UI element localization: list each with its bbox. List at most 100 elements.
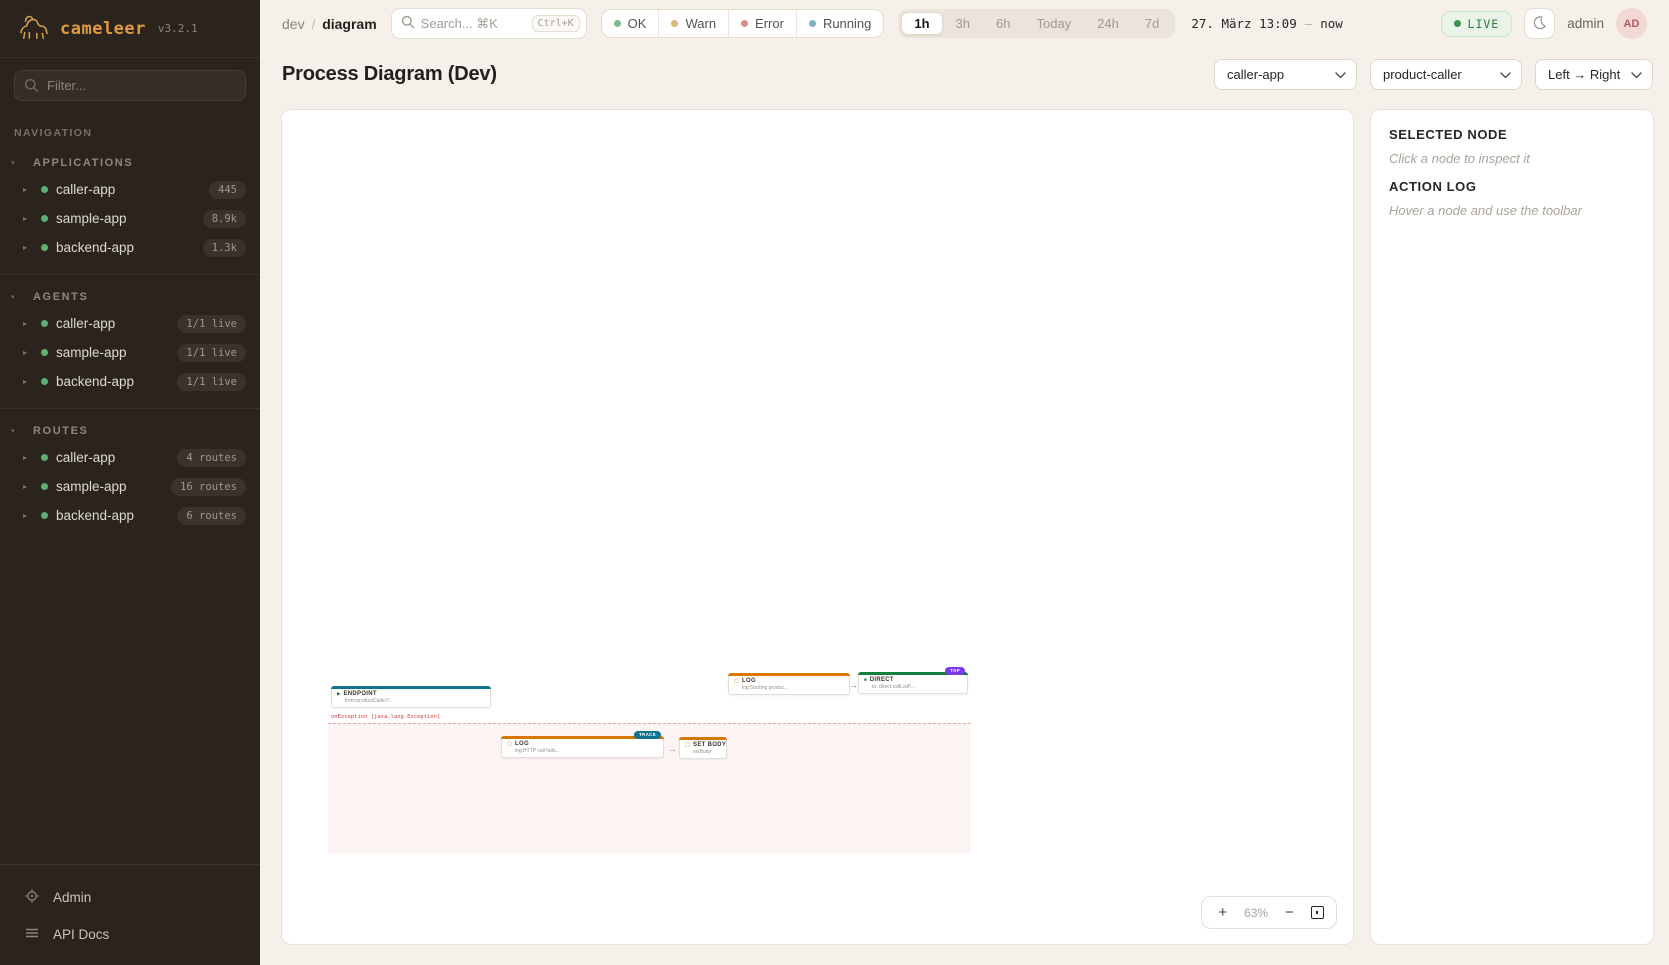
diagram-selectors: caller-app product-caller Left → Right: [1214, 59, 1653, 90]
section-header-routes[interactable]: ▾ ROUTES: [0, 421, 260, 443]
time-to: now: [1320, 16, 1343, 31]
username: admin: [1567, 16, 1604, 31]
count-badge: 1.3k: [203, 239, 246, 257]
node-title: SET BODY: [693, 742, 726, 748]
global-search[interactable]: Ctrl+K: [391, 8, 587, 39]
zoom-in-button[interactable]: +: [1214, 903, 1231, 922]
node-subtitle: from:productCaller?...: [345, 698, 485, 704]
sidebar-item-agents-caller-app[interactable]: ▸ caller-app 1/1 live: [0, 309, 260, 338]
time-range-7d[interactable]: 7d: [1132, 12, 1172, 35]
node-subtitle: setBody: [693, 749, 721, 755]
trace-badge: TRACE: [634, 731, 661, 739]
section-header-agents[interactable]: ▾ AGENTS: [0, 287, 260, 309]
filter-chip-ok[interactable]: OK: [602, 10, 660, 37]
warn-status-dot: [671, 20, 678, 27]
sidebar-item-applications-backend-app[interactable]: ▸ backend-app 1.3k: [0, 233, 260, 262]
time-range-3h[interactable]: 3h: [943, 12, 983, 35]
app-root: cameleer v3.2.1 NAVIGATION ▾ APPLICATION…: [0, 0, 1669, 965]
chevron-right-icon: ▸: [23, 482, 33, 491]
section-caret-icon: ▾: [11, 159, 29, 167]
sidebar-item-routes-caller-app[interactable]: ▸ caller-app 4 routes: [0, 443, 260, 472]
status-dot-green: [41, 483, 48, 490]
divider: [0, 274, 260, 275]
time-separator: –: [1305, 16, 1313, 31]
chevron-right-icon: ▸: [23, 319, 33, 328]
section-routes: ▾ ROUTES ▸ caller-app 4 routes ▸ sample-…: [0, 421, 260, 530]
sidebar-item-agents-backend-app[interactable]: ▸ backend-app 1/1 live: [0, 367, 260, 396]
chevron-right-icon: ▸: [23, 348, 33, 357]
time-range-group: 1h 3h 6h Today 24h 7d: [898, 9, 1175, 38]
fit-view-button[interactable]: [1311, 906, 1324, 919]
diagram-node-log-failure[interactable]: TRACE ◯ LOG log:HTTP call failu...: [501, 737, 664, 758]
chevron-right-icon: ▸: [23, 214, 33, 223]
moon-icon: [1532, 15, 1547, 33]
square-icon: ■: [864, 678, 867, 683]
node-title: LOG: [515, 741, 529, 747]
diagram-node-log-starting[interactable]: ◯ LOG log:Starting produc...: [728, 674, 850, 695]
zoom-out-button[interactable]: −: [1281, 903, 1298, 922]
sidebar-item-api-docs[interactable]: API Docs: [0, 916, 260, 953]
app-select[interactable]: caller-app: [1214, 59, 1357, 90]
sidebar-item-label: sample-app: [56, 211, 127, 226]
section-title: APPLICATIONS: [33, 157, 133, 169]
navigation-label: NAVIGATION: [0, 105, 260, 143]
sidebar-filter-input[interactable]: [14, 70, 246, 101]
time-range-1h[interactable]: 1h: [901, 12, 942, 35]
topbar: dev / diagram Ctrl+K OK Warn: [260, 0, 1669, 47]
camel-logo-icon: [18, 13, 50, 44]
section-header-applications[interactable]: ▾ APPLICATIONS: [0, 153, 260, 175]
time-range-today[interactable]: Today: [1023, 12, 1084, 35]
sidebar-item-routes-backend-app[interactable]: ▸ backend-app 6 routes: [0, 501, 260, 530]
sidebar-item-applications-caller-app[interactable]: ▸ caller-app 445: [0, 175, 260, 204]
diagram-node-setbody[interactable]: ◯ SET BODY setBody: [679, 738, 727, 759]
filter-chip-running[interactable]: Running: [797, 10, 883, 37]
direction-select[interactable]: Left → Right: [1535, 59, 1653, 90]
sidebar-item-admin[interactable]: Admin: [0, 879, 260, 916]
search-input[interactable]: [421, 16, 526, 31]
node-title: ENDPOINT: [343, 691, 376, 697]
app-name: cameleer: [60, 19, 146, 39]
sidebar-item-label: caller-app: [56, 182, 115, 197]
breadcrumb-current: diagram: [322, 16, 376, 32]
section-title: AGENTS: [33, 291, 88, 303]
app-version: v3.2.1: [158, 22, 198, 35]
chip-label: Warn: [685, 16, 716, 31]
sidebar-item-agents-sample-app[interactable]: ▸ sample-app 1/1 live: [0, 338, 260, 367]
live-badge[interactable]: LIVE: [1441, 11, 1513, 37]
sidebar-item-label: caller-app: [56, 316, 115, 331]
sidebar-item-label: caller-app: [56, 450, 115, 465]
action-log-empty-text: Hover a node and use the toolbar: [1389, 203, 1635, 218]
route-select[interactable]: product-caller: [1370, 59, 1522, 90]
time-range-24h[interactable]: 24h: [1084, 12, 1132, 35]
avatar[interactable]: AD: [1616, 8, 1647, 39]
theme-toggle-button[interactable]: [1524, 8, 1555, 39]
logo[interactable]: cameleer v3.2.1: [0, 0, 260, 58]
diagram-canvas[interactable]: onException [java.lang.Exception] ▶ ENDP…: [281, 109, 1354, 945]
tap-badge: TAP: [945, 667, 965, 675]
selected-node-empty-text: Click a node to inspect it: [1389, 151, 1635, 166]
sidebar-item-label: backend-app: [56, 240, 134, 255]
status-dot-green: [41, 512, 48, 519]
sidebar-item-routes-sample-app[interactable]: ▸ sample-app 16 routes: [0, 472, 260, 501]
time-range-6h[interactable]: 6h: [983, 12, 1023, 35]
chevron-right-icon: ▸: [23, 243, 33, 252]
chevron-right-icon: ▸: [23, 377, 33, 386]
breadcrumb-parent[interactable]: dev: [282, 16, 305, 32]
direction-select-value: Left → Right: [1548, 67, 1620, 82]
sidebar-item-label: sample-app: [56, 345, 127, 360]
chevron-right-icon: ▸: [23, 185, 33, 194]
selected-node-title: SELECTED NODE: [1389, 127, 1635, 142]
routes-count-badge: 4 routes: [177, 449, 246, 467]
route-select-value: product-caller: [1383, 67, 1462, 82]
sidebar-item-applications-sample-app[interactable]: ▸ sample-app 8.9k: [0, 204, 260, 233]
filter-chip-error[interactable]: Error: [729, 10, 797, 37]
zoom-level: 63%: [1244, 906, 1268, 920]
diagram-node-endpoint[interactable]: ▶ ENDPOINT from:productCaller?...: [331, 687, 491, 708]
diagram-node-direct[interactable]: TAP ■ DIRECT to: direct:callListP...: [858, 673, 968, 694]
routes-count-badge: 16 routes: [171, 478, 246, 496]
search-icon: [401, 15, 415, 32]
filter-chip-warn[interactable]: Warn: [659, 10, 729, 37]
section-agents: ▾ AGENTS ▸ caller-app 1/1 live ▸ sample-…: [0, 287, 260, 396]
status-dot-green: [41, 320, 48, 327]
main-area: Process Diagram (Dev) caller-app product…: [260, 47, 1669, 965]
